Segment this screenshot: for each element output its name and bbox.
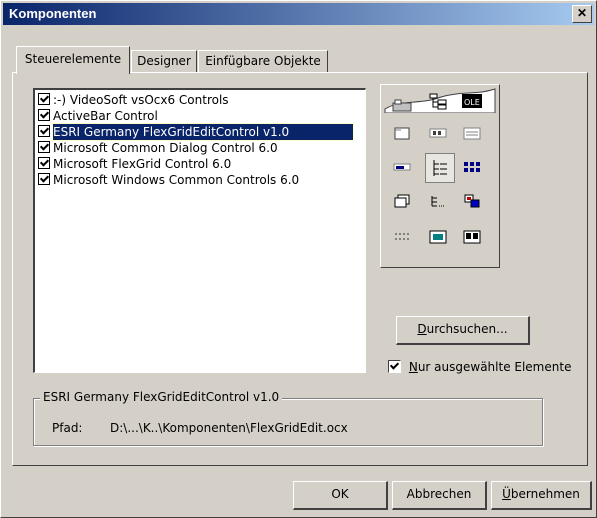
item-label: Microsoft Windows Common Controls 6.0 <box>53 173 300 187</box>
only-selected-check[interactable] <box>388 360 401 373</box>
monthview-icon <box>461 227 483 247</box>
tab-einfuegbare-objekte[interactable]: Einfügbare Objekte <box>198 50 328 73</box>
progressbar-icon <box>391 157 413 177</box>
statusbar-icon <box>461 191 483 211</box>
tab-label: Steuerelemente <box>24 52 122 66</box>
ole-icon: OLE <box>461 91 483 111</box>
only-selected-label: Nur ausgewählte Elemente <box>408 360 572 374</box>
tabstrip-icon <box>391 95 413 115</box>
browse-label: urchsuchen... <box>426 322 508 336</box>
item-label: :-) VideoSoft vsOcx6 Controls <box>53 93 229 107</box>
item-label: ActiveBar Control <box>53 109 158 123</box>
item-label: Microsoft FlexGrid Control 6.0 <box>53 157 232 171</box>
flatscrollbar-icon <box>391 227 413 247</box>
item-checkbox[interactable] <box>38 125 50 137</box>
tab-label: Designer <box>137 54 191 68</box>
browse-button[interactable]: Durchsuchen... <box>396 316 530 345</box>
list-item[interactable]: ActiveBar Control <box>35 108 365 124</box>
listview-icon <box>461 123 483 143</box>
window-title: Komponenten <box>9 6 97 21</box>
list-item[interactable]: Microsoft FlexGrid Control 6.0 <box>35 156 365 172</box>
list-item-selected[interactable]: ESRI Germany FlexGridEditControl v1.0 <box>35 123 365 141</box>
toolbox-preview: OLE <box>380 84 500 268</box>
frame-icon <box>391 123 413 143</box>
slider-icon <box>427 191 449 211</box>
treeview-large-icon <box>425 153 455 183</box>
components-list[interactable]: :-) VideoSoft vsOcx6 Controls ActiveBar … <box>33 88 366 373</box>
item-checkbox[interactable] <box>38 93 50 105</box>
imagecombo-icon <box>391 191 413 211</box>
toolbar-icon <box>427 123 449 143</box>
cancel-button[interactable]: Abbrechen <box>392 481 487 510</box>
item-checkbox[interactable] <box>38 173 50 185</box>
apply-mnemonic: Ü <box>502 487 511 501</box>
item-checkbox[interactable] <box>38 141 50 153</box>
item-checkbox[interactable] <box>38 157 50 169</box>
details-group: ESRI Germany FlexGridEditControl v1.0 Pf… <box>33 390 543 446</box>
list-item[interactable]: :-) VideoSoft vsOcx6 Controls <box>35 92 365 108</box>
details-title: ESRI Germany FlexGridEditControl v1.0 <box>40 390 283 404</box>
item-label: Microsoft Common Dialog Control 6.0 <box>53 141 278 155</box>
list-item[interactable]: Microsoft Common Dialog Control 6.0 <box>35 140 365 156</box>
browse-mnemonic: D <box>417 322 427 336</box>
path-label: Pfad: <box>52 421 83 435</box>
ok-button[interactable]: OK <box>293 481 388 510</box>
imagelist-icon <box>461 157 483 177</box>
tab-label: Einfügbare Objekte <box>205 54 321 68</box>
list-item[interactable]: Microsoft Windows Common Controls 6.0 <box>35 172 365 188</box>
tab-designer[interactable]: Designer <box>131 50 197 73</box>
close-button[interactable]: ✕ <box>572 5 592 23</box>
treeview-icon <box>427 91 449 111</box>
only-selected-checkbox[interactable]: Nur ausgewählte Elemente <box>388 360 571 374</box>
apply-label: bernehmen <box>510 487 580 501</box>
svg-text:OLE: OLE <box>464 98 480 107</box>
ok-label: OK <box>331 487 349 501</box>
item-checkbox[interactable] <box>38 109 50 121</box>
close-icon: ✕ <box>576 6 588 20</box>
path-value: D:\...\K..\Komponenten\FlexGridEdit.ocx <box>110 421 348 435</box>
item-label: ESRI Germany FlexGridEditControl v1.0 <box>52 123 354 141</box>
tab-steuerelemente[interactable]: Steuerelemente <box>16 46 130 74</box>
title-bar[interactable]: Komponenten ✕ <box>3 3 594 25</box>
apply-button[interactable]: Übernehmen <box>491 481 592 510</box>
animation-icon <box>427 227 449 247</box>
cancel-label: Abbrechen <box>406 487 472 501</box>
